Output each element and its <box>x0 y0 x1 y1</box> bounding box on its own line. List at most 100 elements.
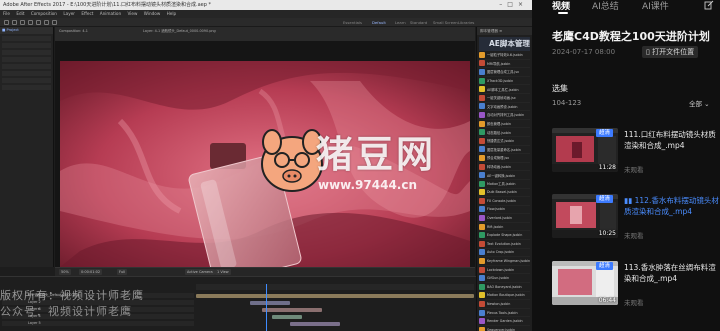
script-list-item[interactable]: 图层管理合成工具.jsx <box>479 68 530 77</box>
selection-tool-icon[interactable] <box>4 20 9 25</box>
tab-ai-summary[interactable]: AI总结 <box>592 0 619 12</box>
project-row <box>2 71 51 76</box>
episode-item-playing[interactable]: 超清 10:25 ▮▮ 112.香水布料摆动镜头材质渲染和合成_.mp4 未观看 <box>552 194 720 240</box>
all-episodes-dropdown[interactable]: 全部 ⌄ <box>689 98 710 108</box>
menu-effect[interactable]: Effect <box>81 11 93 16</box>
script-list-item[interactable]: BAO Boneyard.jsxbin <box>479 283 530 292</box>
script-list-item[interactable]: Motion Boutique.jsxbin <box>479 292 530 301</box>
ae-toolbar: Essentials Default Learn Standard Small … <box>0 18 532 27</box>
project-tab[interactable]: ■ Project <box>0 27 53 34</box>
zoom-dropdown[interactable]: 50% <box>59 269 71 275</box>
open-file-location-button[interactable]: ▯ 打开文件位置 <box>642 46 699 58</box>
menu-composition[interactable]: Composition <box>31 11 57 16</box>
layer-duration-bar[interactable] <box>250 300 290 305</box>
script-list-item[interactable]: XTrack3D.jsxbin <box>479 77 530 86</box>
script-icon <box>479 258 485 265</box>
script-icon <box>479 86 485 93</box>
folder-icon: ▯ <box>646 48 650 56</box>
view-layout-dropdown[interactable]: 1 View <box>215 269 231 275</box>
layer-name: Layer 5 <box>28 321 41 325</box>
script-name: 一键粒子特效0.6.jsxbin <box>487 53 523 58</box>
episode-duration: 11:28 <box>598 164 616 171</box>
script-list-item[interactable]: Lockdown.jsxbin <box>479 266 530 275</box>
script-list-item[interactable]: Auto Crop.jsxbin <box>479 249 530 258</box>
workspace-standard[interactable]: Standard <box>410 18 427 27</box>
menu-view[interactable]: View <box>127 11 137 16</box>
layer-duration-bar[interactable] <box>272 314 302 319</box>
script-name: Flow.jsxbin <box>487 207 505 212</box>
current-time[interactable]: 0:00:01:02 <box>79 269 103 275</box>
time-ruler[interactable] <box>196 284 474 290</box>
script-list-item[interactable]: Overlord.jsxbin <box>479 214 530 223</box>
script-name: Render Garden.jsxbin <box>487 319 523 324</box>
zoom-tool-icon[interactable] <box>20 20 25 25</box>
menu-edit[interactable]: Edit <box>16 11 24 16</box>
script-list-item[interactable]: Explode Shape.jsxbin <box>479 231 530 241</box>
workspace-default[interactable]: Default <box>372 18 386 27</box>
script-list-item[interactable]: AE脚本工具栏.jsxbin <box>479 85 530 94</box>
project-row <box>2 50 51 55</box>
sidebar-tabs: 视频 AI总结 AI课件 <box>532 0 720 14</box>
script-name: Auto Crop.jsxbin <box>487 250 515 255</box>
menu-help[interactable]: Help <box>167 11 177 16</box>
script-name: GifGun.jsxbin <box>487 276 510 281</box>
script-icon <box>479 240 485 247</box>
menu-file[interactable]: File <box>3 11 10 16</box>
script-list-item[interactable]: 文字动画预设.jsxbin <box>479 103 530 112</box>
tab-layer[interactable]: Layer: 4-1 酒瓶镜头_Defaut_0000-0090.png <box>143 29 216 34</box>
hand-tool-icon[interactable] <box>12 20 17 25</box>
workspace-small-screen[interactable]: Small Screen <box>433 18 458 27</box>
composition-tabs: Composition: 4-1 Layer: 4-1 酒瓶镜头_Defaut_… <box>55 27 475 41</box>
episode-title: ▮▮ 112.香水布料摆动镜头材质渲染和合成_.mp4 <box>624 195 720 217</box>
quality-badge: 超清 <box>596 262 614 270</box>
camera-tool-icon[interactable] <box>36 20 41 25</box>
script-list-item[interactable]: 自动对齐排列工具.jsxbin <box>479 111 530 120</box>
episode-range-tab[interactable]: 104-123 <box>552 99 581 107</box>
rotate-tool-icon[interactable] <box>28 20 33 25</box>
script-list-item[interactable]: MRi导航.jsxbin <box>479 60 530 69</box>
pen-tool-icon[interactable] <box>44 20 49 25</box>
script-list-item[interactable]: 一键关键帧动画.jsx <box>479 94 530 103</box>
tab-video[interactable]: 视频 <box>552 0 570 12</box>
episode-item[interactable]: 超清 06:44 113.香水肿落在丝绸布料渲染和合成_.mp4 未观看 <box>552 261 720 307</box>
script-list-item[interactable]: GifGun.jsxbin <box>479 274 530 284</box>
type-tool-icon[interactable] <box>52 20 57 25</box>
script-list-item[interactable]: 一键粒子特效0.6.jsxbin <box>479 51 530 60</box>
layer-duration-bar[interactable] <box>290 321 340 326</box>
camera-dropdown[interactable]: Active Camera <box>185 269 215 275</box>
workspace-learn[interactable]: Learn <box>395 18 406 27</box>
script-icon <box>479 309 485 316</box>
menu-layer[interactable]: Layer <box>63 11 75 16</box>
workspace-essentials[interactable]: Essentials <box>343 18 362 27</box>
script-list-item[interactable]: Newton.jsxbin <box>479 300 530 309</box>
project-row <box>2 64 51 69</box>
playhead[interactable] <box>266 284 267 331</box>
script-list-item[interactable]: Plexus Tools.jsxbin <box>479 309 530 318</box>
script-list-item[interactable]: Sequencer.jsxbin <box>479 326 530 331</box>
script-list-item[interactable]: Keyframe Wingman.jsxbin <box>479 257 530 266</box>
script-list-item[interactable]: Text Evolution.jsxbin <box>479 240 530 249</box>
workspace-libraries[interactable]: Libraries <box>458 18 474 27</box>
tab-composition[interactable]: Composition: 4-1 <box>59 29 88 34</box>
layer-duration-bar[interactable] <box>262 307 322 312</box>
script-icon <box>479 51 485 58</box>
script-list-item[interactable]: Render Garden.jsxbin <box>479 317 530 326</box>
window-controls[interactable]: –□× <box>499 0 528 10</box>
edit-icon[interactable] <box>704 0 714 10</box>
menu-window[interactable]: Window <box>144 11 161 16</box>
script-name: Explode Shape.jsxbin <box>487 233 523 238</box>
tab-ai-courseware[interactable]: AI课件 <box>642 0 669 12</box>
menu-animation[interactable]: Animation <box>100 11 121 16</box>
script-list-item[interactable]: Rift.jsxbin <box>479 223 530 232</box>
layer-duration-bar[interactable] <box>196 293 474 298</box>
timeline-layer-row[interactable]: Layer 5 <box>2 321 194 326</box>
script-name: Text Evolution.jsxbin <box>487 241 521 246</box>
script-panel-header: 脚本管理器 ≡ <box>477 27 532 35</box>
episode-item[interactable]: 超清 11:28 111.口红布料摆动镜头材质渲染和合成_.mp4 未观看 <box>552 128 720 174</box>
watermark-copyright: 版权所有：视频设计师老鹰 <box>0 289 144 302</box>
script-icon <box>479 223 485 230</box>
script-icon <box>479 68 485 75</box>
resolution-dropdown[interactable]: Full <box>117 269 127 275</box>
script-icon <box>479 266 485 273</box>
script-list-item[interactable]: Flow.jsxbin <box>479 206 530 215</box>
